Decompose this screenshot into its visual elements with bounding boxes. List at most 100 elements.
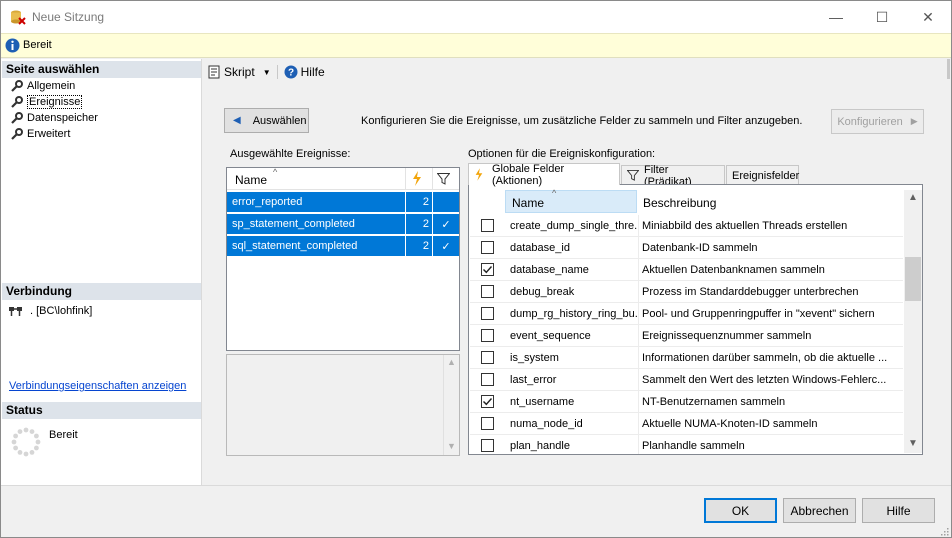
app-icon (10, 9, 26, 25)
configure-button[interactable]: Konfigurieren ▶ (831, 109, 924, 134)
connection-info: . [BC\lohfink] (8, 305, 92, 317)
event-row[interactable]: sp_statement_completed 2 ✓ (227, 214, 459, 235)
status-value: Bereit (49, 429, 78, 441)
script-button[interactable]: Skript ▼ (207, 65, 271, 79)
events-grid-header: Name ^ (227, 167, 459, 190)
field-row[interactable]: event_sequence Ereignissequenznummer samm… (470, 325, 903, 347)
title-bar: Neue Sitzung — ☐ ✕ (1, 1, 951, 33)
lightning-icon (474, 168, 484, 181)
field-name: database_id (510, 237, 639, 258)
field-name: is_system (510, 347, 639, 368)
tab-filter[interactable]: Filter (Prädikat) (621, 164, 725, 188)
help-label: Hilfe (300, 65, 325, 79)
resize-grip-icon[interactable] (939, 525, 949, 536)
field-description: Planhandle sammeln (642, 439, 745, 452)
page-item-datenspeicher[interactable]: Datenspeicher (9, 110, 98, 126)
help-button[interactable]: Hilfe (862, 498, 935, 523)
help-toolbar-button[interactable]: ? Hilfe (284, 65, 325, 79)
field-name: debug_break (510, 281, 639, 302)
field-row[interactable]: database_id Datenbank-ID sammeln (470, 237, 903, 259)
field-name: create_dump_single_thre... (510, 215, 639, 236)
field-checkbox[interactable] (481, 395, 494, 408)
fields-column-description[interactable]: Beschreibung (643, 196, 716, 210)
script-label: Skript (224, 65, 255, 79)
field-checkbox[interactable] (481, 307, 494, 320)
field-name: event_sequence (510, 325, 639, 346)
field-row[interactable]: is_system Informationen darüber sammeln, … (470, 347, 903, 369)
status-header: Status (2, 402, 201, 419)
arrow-left-icon: ◀ (233, 115, 241, 126)
minimize-button[interactable]: — (813, 1, 859, 33)
field-row[interactable]: dump_rg_history_ring_bu... Pool- und Grup… (470, 303, 903, 325)
fields-scrollbar[interactable]: ▲ ▼ (904, 190, 922, 453)
description-scrollbar[interactable]: ▲ ▼ (443, 355, 459, 455)
scroll-down-icon[interactable]: ▼ (447, 441, 456, 451)
selected-events-grid: Name ^ error_reported 2 sp_statement_com… (226, 167, 460, 351)
filter-icon[interactable] (436, 173, 451, 188)
tab-event-fields[interactable]: Ereignisfelder (726, 165, 799, 185)
page-item-label: Erweitert (27, 128, 71, 140)
field-checkbox[interactable] (481, 241, 494, 254)
field-row[interactable]: nt_username NT-Benutzernamen sammeln (470, 391, 903, 413)
events-column-name[interactable]: Name (235, 173, 267, 187)
cancel-button[interactable]: Abbrechen (783, 498, 856, 523)
connection-properties-link[interactable]: Verbindungseigenschaften anzeigen (9, 380, 186, 392)
scroll-up-icon[interactable]: ▲ (447, 357, 456, 367)
field-checkbox[interactable] (481, 351, 494, 364)
field-checkbox[interactable] (481, 329, 494, 342)
tab-global-fields[interactable]: Globale Felder (Aktionen) (468, 163, 620, 187)
field-checkbox[interactable] (481, 285, 494, 298)
scroll-down-icon[interactable]: ▼ (908, 438, 918, 449)
connection-icon (8, 305, 24, 317)
field-row[interactable]: last_error Sammelt den Wert des letzten W… (470, 369, 903, 391)
field-name: database_name (510, 259, 639, 280)
field-row[interactable]: database_name Aktuellen Datenbanknamen sa… (470, 259, 903, 281)
field-checkbox[interactable] (481, 219, 494, 232)
field-checkbox[interactable] (481, 263, 494, 276)
field-row[interactable]: plan_handle Planhandle sammeln (470, 435, 903, 454)
progress-spinner-icon (11, 427, 41, 457)
scroll-up-icon[interactable]: ▲ (908, 192, 918, 203)
window-title: Neue Sitzung (32, 10, 105, 24)
maximize-button[interactable]: ☐ (859, 1, 905, 33)
event-name: sp_statement_completed (232, 218, 355, 230)
wrench-icon (9, 128, 23, 140)
field-name: dump_rg_history_ring_bu... (510, 303, 639, 324)
event-action-count: 2 (422, 196, 429, 208)
fields-column-name[interactable]: Name (512, 196, 544, 210)
field-description: Pool- und Gruppenringpuffer in "xevent" … (642, 307, 875, 320)
tab-label: Ereignisfelder (732, 169, 800, 182)
event-row[interactable]: error_reported 2 (227, 192, 459, 213)
page-item-erweitert[interactable]: Erweitert (9, 126, 70, 142)
dialog-window: Neue Sitzung — ☐ ✕ Bereit Seite auswähle… (0, 0, 952, 538)
select-page-header: Seite auswählen (2, 61, 201, 78)
left-panel: Seite auswählen Allgemein Ereignisse Dat… (1, 59, 202, 485)
field-description: Prozess im Standarddebugger unterbrechen (642, 285, 859, 298)
column-divider (432, 168, 433, 190)
field-description: NT-Benutzernamen sammeln (642, 395, 786, 408)
select-events-button[interactable]: ◀ Auswählen (224, 108, 309, 133)
column-divider (405, 168, 406, 190)
field-row[interactable]: create_dump_single_thre... Miniabbild des… (470, 215, 903, 237)
field-row[interactable]: numa_node_id Aktuelle NUMA-Knoten-ID samm… (470, 413, 903, 435)
field-checkbox[interactable] (481, 373, 494, 386)
close-button[interactable]: ✕ (905, 1, 951, 33)
field-checkbox[interactable] (481, 417, 494, 430)
scrollbar-thumb[interactable] (905, 257, 921, 301)
event-filter-mark (433, 192, 459, 212)
maximize-icon: ☐ (875, 8, 889, 25)
ok-button[interactable]: OK (704, 498, 777, 523)
page-item-ereignisse[interactable]: Ereignisse (9, 94, 83, 110)
event-row[interactable]: sql_statement_completed 2 ✓ (227, 236, 459, 257)
field-row[interactable]: debug_break Prozess im Standarddebugger u… (470, 281, 903, 303)
lightning-icon[interactable] (411, 171, 423, 189)
event-action-count: 2 (422, 218, 429, 230)
status-text: Bereit (23, 39, 52, 51)
field-checkbox[interactable] (481, 439, 494, 452)
dropdown-arrow-icon[interactable]: ▼ (263, 68, 271, 77)
field-name: numa_node_id (510, 413, 639, 434)
field-description: Datenbank-ID sammeln (642, 241, 758, 254)
window-scrollbar-thumb[interactable] (947, 59, 950, 79)
page-item-allgemein[interactable]: Allgemein (9, 78, 75, 94)
wrench-icon (9, 80, 23, 92)
